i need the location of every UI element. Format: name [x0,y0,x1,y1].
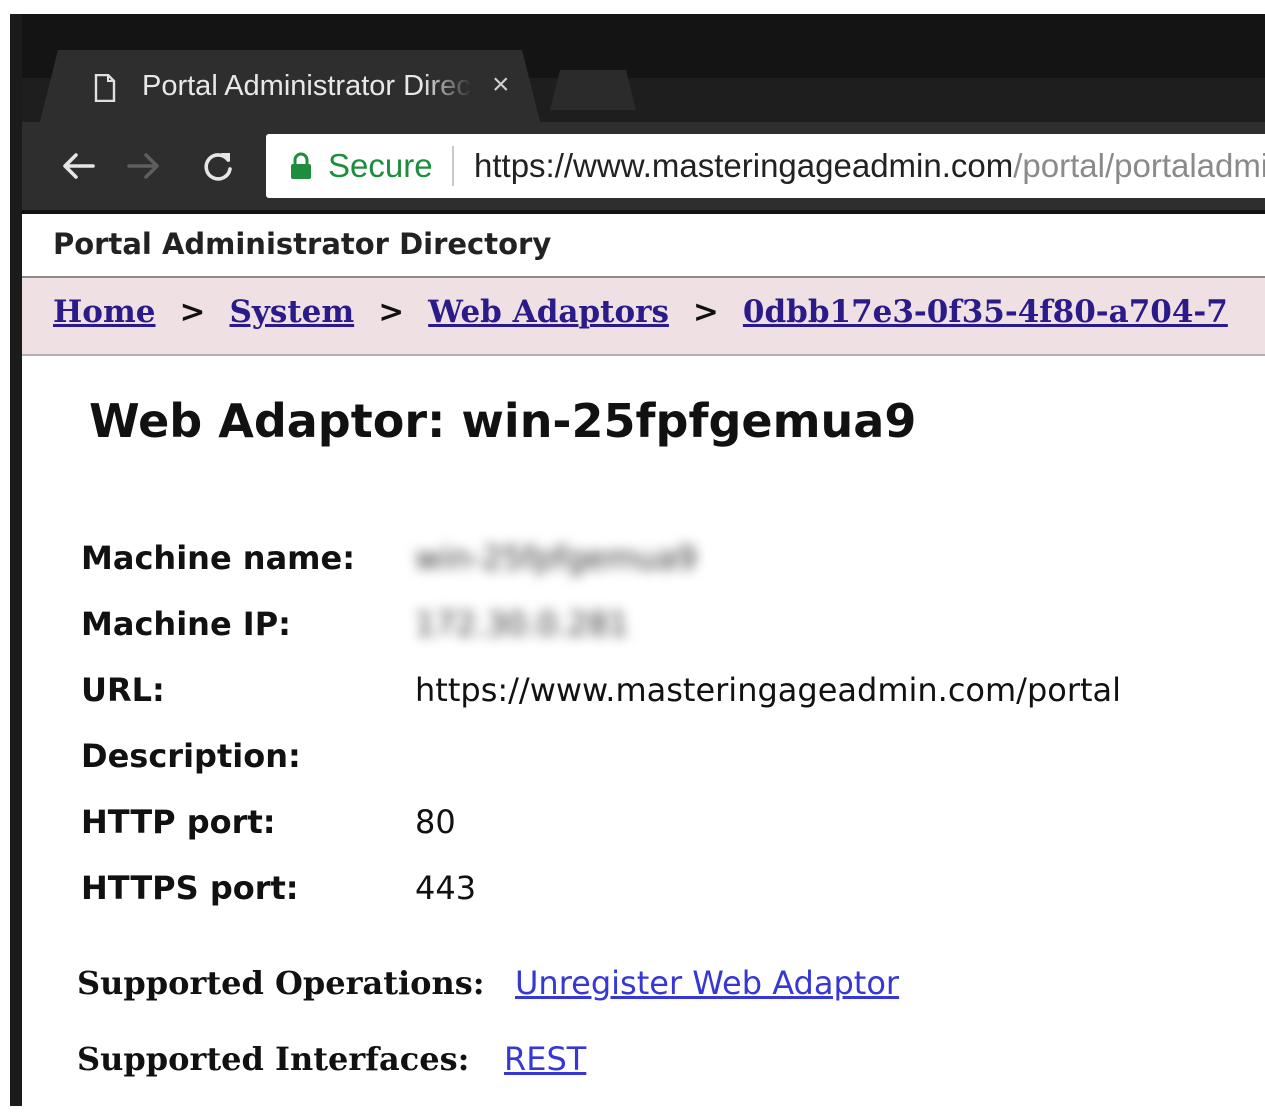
property-label: URL: [81,671,165,709]
document-icon [94,74,116,102]
https-port-value: 443 [415,869,477,907]
url-host: https://www.masteringageadmin.com [474,147,1014,184]
tab-close-icon[interactable]: × [492,68,510,102]
breadcrumb-separator: > [378,294,405,330]
new-tab-button[interactable] [550,70,636,110]
machine-name-value: win-25fpfgemua9 [415,539,697,577]
url-path: /portal/portaladmin [1013,147,1265,184]
lock-icon [291,152,311,179]
page-header-title: Portal Administrator Directory [53,227,552,261]
property-label: Description: [81,737,301,775]
browser-window: Portal Administrator Directory × Secure … [10,14,1265,1106]
property-label: HTTPS port: [81,869,299,907]
url-value: https://www.masteringageadmin.com/portal [415,671,1122,709]
tab-title: Portal Administrator Directory [142,70,471,102]
page-header: Portal Administrator Directory [22,214,1265,278]
forward-arrow-icon[interactable] [122,144,166,188]
address-url[interactable]: https://www.masteringageadmin.com/portal… [474,147,1265,185]
secure-label: Secure [328,147,433,184]
rest-link[interactable]: REST [504,1040,586,1078]
address-separator [452,146,454,186]
http-port-value: 80 [415,803,456,841]
supported-operations-label: Supported Operations: [77,964,485,1002]
page-title: Web Adaptor: win-25fpfgemua9 [89,394,917,448]
property-label: HTTP port: [81,803,276,841]
breadcrumb-web-adaptors-link[interactable]: Web Adaptors [428,294,669,330]
property-label: Machine IP: [81,605,291,643]
machine-ip-value: 172.30.0.281 [415,605,629,643]
breadcrumb-home-link[interactable]: Home [53,294,156,330]
browser-tab[interactable]: Portal Administrator Directory × [40,50,540,122]
breadcrumb-separator: > [179,294,206,330]
browser-titlebar: Portal Administrator Directory × [22,14,1265,122]
reload-icon[interactable] [196,144,240,188]
breadcrumb: Home > System > Web Adaptors >0dbb17e3-0f35-4… [22,278,1265,356]
supported-interfaces-label: Supported Interfaces: [77,1040,470,1078]
breadcrumb-adaptor-id-link[interactable]: 0dbb17e3-0f35-4f80-a704-7 [743,294,1228,330]
breadcrumb-trail: Home > System > Web Adaptors >0dbb17e3-0f35-4… [53,294,1228,330]
property-label: Machine name: [81,539,355,577]
breadcrumb-system-link[interactable]: System [229,294,354,330]
address-bar[interactable]: Secure https://www.masteringageadmin.com… [266,134,1265,198]
browser-toolbar: Secure https://www.masteringageadmin.com… [22,122,1265,210]
unregister-web-adaptor-link[interactable]: Unregister Web Adaptor [515,964,899,1002]
back-arrow-icon[interactable] [56,144,100,188]
breadcrumb-separator: > [692,294,719,330]
